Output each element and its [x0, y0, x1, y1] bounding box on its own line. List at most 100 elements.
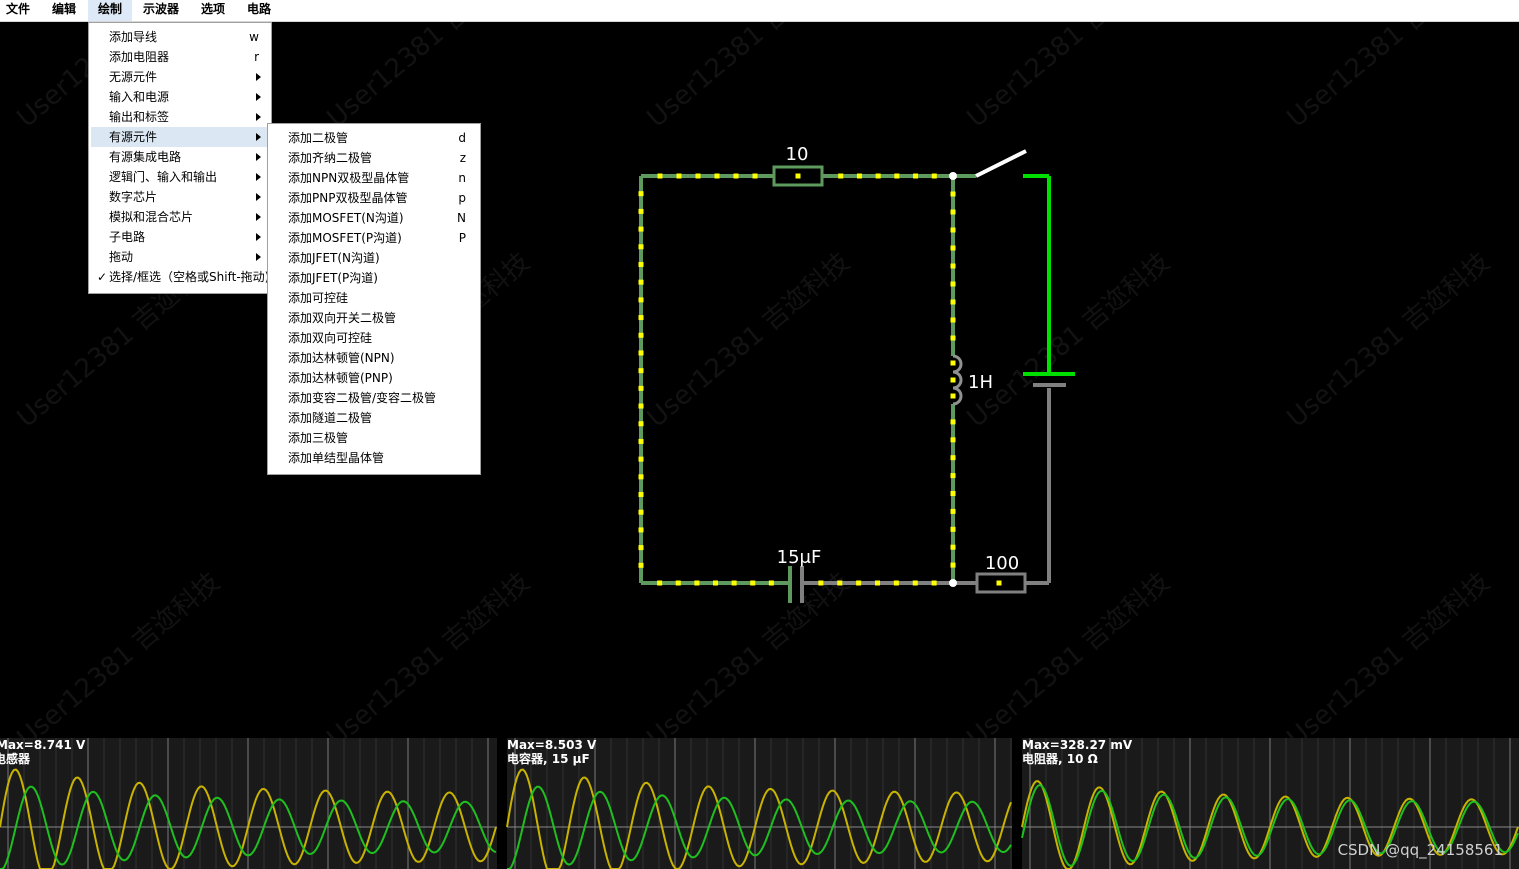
scope-1-name-label: 电感器 [0, 752, 31, 766]
menu-item-shortcut: r [254, 50, 259, 64]
current-dot [731, 580, 737, 586]
current-dot [875, 580, 880, 586]
current-dot [713, 580, 718, 586]
submenu-item-label: 添加双向可控硅 [288, 331, 373, 345]
current-dot [768, 580, 774, 586]
menu-item-shortcut: w [249, 30, 259, 44]
current-dot [638, 332, 644, 338]
current-dot [950, 209, 956, 215]
current-dot [875, 173, 881, 179]
submenu-item[interactable]: 添加双向可控硅 [270, 328, 478, 348]
submenu-item[interactable]: 添加MOSFET(N沟道) N [270, 208, 478, 228]
menu-item-label: 添加导线 [109, 30, 158, 44]
current-dot [675, 580, 681, 586]
menu-item-label: 有源集成电路 [109, 150, 182, 164]
menu-options[interactable]: 选项 [194, 0, 232, 21]
submenu-item-shortcut: N [457, 211, 466, 225]
submenu-item-label: 添加齐纳二极管 [288, 151, 373, 165]
submenu-item[interactable]: 添加单结型晶体管 [270, 448, 478, 468]
submenu-item-label: 添加JFET(P沟道) [288, 271, 378, 285]
draw-menu-item[interactable]: 逻辑门、输入和输出 [91, 167, 269, 187]
menu-item-label: 模拟和混合芯片 [109, 210, 194, 224]
menu-file[interactable]: 文件 [0, 0, 36, 21]
menu-draw[interactable]: 绘制 [88, 0, 132, 21]
submenu-item-label: 添加双向开关二极管 [288, 311, 397, 325]
draw-menu-item[interactable]: 有源集成电路 [91, 147, 269, 167]
scope-1-max-label: Max=8.741 V [0, 738, 86, 752]
current-dot [638, 403, 644, 409]
submenu-item[interactable]: 添加达林顿管(PNP) [270, 368, 478, 388]
current-dot [694, 580, 700, 586]
current-dot [638, 509, 644, 515]
junction-node[interactable] [949, 172, 957, 180]
current-dot [950, 437, 956, 443]
scope-3-max-label: Max=328.27 mV [1022, 738, 1133, 752]
current-dot [638, 208, 644, 214]
draw-menu-item[interactable]: 输入和电源 [91, 87, 269, 107]
draw-menu-item[interactable]: 模拟和混合芯片 [91, 207, 269, 227]
current-dot [657, 173, 663, 179]
current-dot [950, 299, 956, 305]
submenu-item-shortcut: P [458, 231, 466, 245]
menu-scope[interactable]: 示波器 [136, 0, 186, 21]
draw-menu-item[interactable]: 子电路 [91, 227, 269, 247]
draw-menu-item[interactable]: 添加电阻器 r [91, 47, 269, 67]
current-dot [714, 173, 720, 179]
draw-menu: 添加导线 w 添加电阻器 r 无源元件 输入和电源输出和标签有源元件有源集成电路逻辑门、输… [88, 22, 272, 294]
submenu-item[interactable]: 添加变容二极管/变容二极管 [270, 388, 478, 408]
draw-menu-item[interactable]: 无源元件 [91, 67, 269, 87]
draw-menu-item[interactable]: 数字芯片 [91, 187, 269, 207]
submenu-item-label: 添加变容二极管/变容二极管 [288, 391, 437, 405]
submenu-arrow-icon [256, 73, 261, 81]
submenu-item[interactable]: 添加JFET(P沟道) [270, 268, 478, 288]
draw-menu-item[interactable]: 输出和标签 [91, 107, 269, 127]
scope-2-max-label: Max=8.503 V [507, 738, 597, 752]
menu-item-label: 有源元件 [109, 130, 158, 144]
submenu-item[interactable]: 添加JFET(N沟道) [270, 248, 478, 268]
current-dot [752, 173, 758, 179]
inductor-label: 1H [968, 372, 993, 393]
submenu-item[interactable]: 添加MOSFET(P沟道) P [270, 228, 478, 248]
current-dot [638, 261, 644, 267]
switch-blade[interactable] [975, 149, 1027, 178]
submenu-item[interactable]: 添加可控硅 [270, 288, 478, 308]
menu-edit[interactable]: 编辑 [44, 0, 84, 21]
menu-item-label: 添加电阻器 [109, 50, 170, 64]
submenu-item[interactable]: 添加NPN双极型晶体管 n [270, 168, 478, 188]
menubar: 文件 编辑 绘制 示波器 选项 电路 [0, 0, 1519, 22]
submenu-item-label: 添加MOSFET(N沟道) [288, 211, 404, 225]
current-dot [638, 244, 644, 250]
submenu-item[interactable]: 添加双向开关二极管 [270, 308, 478, 328]
menu-circuit[interactable]: 电路 [240, 0, 278, 21]
submenu-item[interactable]: 添加三极管 [270, 428, 478, 448]
current-dot [838, 173, 844, 179]
submenu-item[interactable]: 添加齐纳二极管 z [270, 148, 478, 168]
draw-menu-item[interactable]: 拖动 [91, 247, 269, 267]
draw-menu-item[interactable]: 添加导线 w [91, 27, 269, 47]
current-dot [638, 368, 644, 374]
current-dot [950, 281, 956, 287]
draw-menu-item[interactable]: ✓ 选择/框选（空格或Shift-拖动) [91, 267, 269, 287]
submenu-item-shortcut: p [458, 191, 466, 205]
current-dot [638, 421, 644, 427]
submenu-item[interactable]: 添加PNP双极型晶体管 p [270, 188, 478, 208]
current-dot [950, 526, 956, 532]
scope-plots[interactable] [0, 738, 1519, 869]
submenu-arrow-icon [256, 113, 261, 121]
menu-item-label: 输出和标签 [109, 110, 170, 124]
submenu-item-label: 添加隧道二极管 [288, 411, 373, 425]
submenu-arrow-icon [256, 153, 261, 161]
submenu-item-shortcut: z [459, 151, 466, 165]
current-dot [638, 474, 644, 480]
submenu-item[interactable]: 添加隧道二极管 [270, 408, 478, 428]
submenu-item-label: 添加MOSFET(P沟道) [288, 231, 402, 245]
scope-3-name-label: 电阻器, 10 Ω [1022, 752, 1098, 766]
current-dot [950, 419, 956, 425]
junction-node[interactable] [949, 579, 957, 587]
submenu-item[interactable]: 添加达林顿管(NPN) [270, 348, 478, 368]
submenu-arrow-icon [256, 173, 261, 181]
draw-menu-item[interactable]: 有源元件 [91, 127, 269, 147]
resistor-top-label: 10 [786, 144, 809, 165]
submenu-item-label: 添加NPN双极型晶体管 [288, 171, 410, 185]
submenu-item[interactable]: 添加二极管 d [270, 128, 478, 148]
